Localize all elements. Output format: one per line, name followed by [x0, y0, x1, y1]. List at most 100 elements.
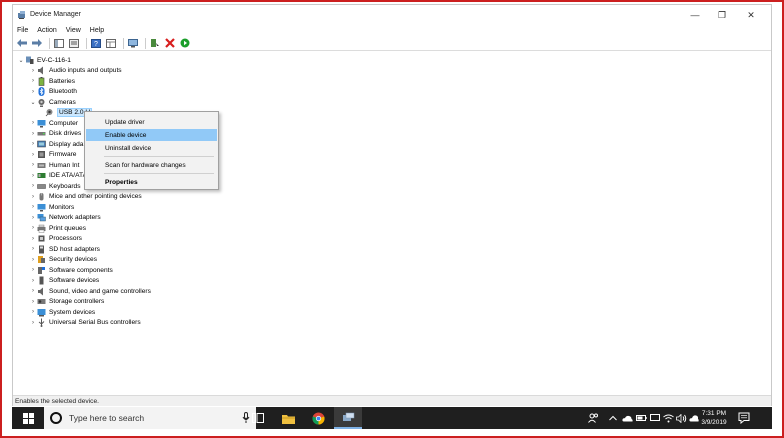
tree-node[interactable]: › Software devices	[29, 276, 99, 286]
tree-node[interactable]: › Universal Serial Bus controllers	[29, 318, 141, 328]
display-tray-icon[interactable]	[650, 407, 660, 429]
tree-node[interactable]: › Audio inputs and outputs	[29, 66, 122, 76]
processor-icon	[37, 234, 46, 243]
chevron-right-icon[interactable]: ›	[29, 87, 37, 97]
tree-node[interactable]: › IDE ATA/ATA	[29, 171, 87, 181]
tree-node[interactable]: ⌄ Cameras	[29, 97, 76, 107]
chevron-right-icon[interactable]: ›	[29, 276, 37, 286]
wifi-icon[interactable]	[663, 407, 674, 429]
show-hide-console-tree-icon[interactable]	[53, 38, 65, 49]
chevron-up-icon[interactable]	[609, 407, 617, 429]
action-center-icon[interactable]	[738, 412, 750, 424]
menu-action[interactable]: Action	[37, 27, 56, 34]
tree-node[interactable]: › Keyboards	[29, 181, 81, 191]
chevron-down-icon[interactable]: ⌄	[29, 97, 37, 107]
chevron-right-icon[interactable]: ›	[29, 223, 37, 233]
battery-tray-icon[interactable]	[636, 407, 647, 429]
context-menu-update-driver[interactable]: Update driver	[86, 116, 217, 128]
tree-node-label: Batteries	[49, 77, 76, 85]
chevron-right-icon[interactable]: ›	[29, 160, 37, 170]
start-button[interactable]	[12, 407, 44, 429]
scan-hardware-icon[interactable]	[127, 38, 139, 49]
maximize-button[interactable]: ❐	[710, 7, 734, 23]
uninstall-icon[interactable]	[164, 38, 176, 49]
tree-node[interactable]: › Print queues	[29, 223, 86, 233]
tree-root-label: EV-C-116-1	[37, 56, 71, 64]
context-menu-enable-device[interactable]: Enable device	[86, 129, 217, 141]
tree-node[interactable]: › Firmware	[29, 150, 76, 160]
toolbar-separator	[86, 37, 87, 49]
tree-node[interactable]: › Monitors	[29, 202, 74, 212]
tree-node[interactable]: › Security devices	[29, 255, 97, 265]
properties-icon[interactable]	[68, 38, 80, 49]
chevron-right-icon[interactable]: ›	[29, 202, 37, 212]
forward-arrow-icon[interactable]	[31, 38, 43, 49]
toolbar-separator	[49, 37, 50, 49]
chevron-right-icon[interactable]: ›	[29, 234, 37, 244]
tree-node[interactable]: › Display ada	[29, 139, 83, 149]
tree-root[interactable]: ⌄ EV-C-116-1	[17, 55, 71, 65]
tree-node[interactable]: › Network adapters	[29, 213, 101, 223]
chrome-icon[interactable]	[304, 407, 332, 429]
device-manager-app-icon	[18, 11, 25, 19]
back-arrow-icon[interactable]	[16, 38, 28, 49]
chevron-right-icon[interactable]: ›	[29, 118, 37, 128]
volume-icon[interactable]	[676, 407, 687, 429]
menu-view[interactable]: View	[66, 27, 81, 34]
tree-node[interactable]: › Bluetooth	[29, 87, 77, 97]
tree-node[interactable]: › Software components	[29, 265, 113, 275]
speaker-icon	[37, 66, 46, 75]
chevron-right-icon[interactable]: ›	[29, 213, 37, 223]
context-menu-scan-hardware[interactable]: Scan for hardware changes	[86, 159, 217, 171]
chevron-right-icon[interactable]: ›	[29, 76, 37, 86]
update-driver-icon[interactable]	[149, 38, 161, 49]
enable-device-icon[interactable]	[179, 38, 191, 49]
title-bar[interactable]: Device Manager — ❐ ✕	[13, 5, 771, 25]
close-button[interactable]: ✕	[739, 7, 763, 23]
chevron-right-icon[interactable]: ›	[29, 307, 37, 317]
tree-node[interactable]: › Computer	[29, 118, 78, 128]
task-view-icon[interactable]	[244, 407, 272, 429]
tree-node[interactable]: › Disk drives	[29, 129, 81, 139]
chevron-right-icon[interactable]: ›	[29, 255, 37, 265]
tree-node-label: Security devices	[49, 256, 98, 263]
file-explorer-icon[interactable]	[274, 407, 302, 429]
chevron-right-icon[interactable]: ›	[29, 129, 37, 139]
people-icon[interactable]	[588, 407, 599, 429]
usb-icon	[37, 318, 46, 327]
tree-node[interactable]: › SD host adapters	[29, 244, 100, 254]
chevron-right-icon[interactable]: ›	[29, 150, 37, 160]
chevron-right-icon[interactable]: ›	[29, 265, 37, 275]
taskbar-search-box[interactable]: Type here to search	[44, 407, 256, 429]
chevron-right-icon[interactable]: ›	[29, 171, 37, 181]
chevron-right-icon[interactable]: ›	[29, 192, 37, 202]
chevron-right-icon[interactable]: ›	[29, 286, 37, 296]
help-icon[interactable]: ?	[90, 38, 102, 49]
menu-help[interactable]: Help	[90, 27, 104, 34]
system-clock[interactable]: 7:31 PM 3/9/2019	[696, 409, 732, 427]
view-icon[interactable]	[105, 38, 117, 49]
tree-node[interactable]: › Batteries	[29, 76, 75, 86]
tree-node[interactable]: › System devices	[29, 307, 95, 317]
chevron-right-icon[interactable]: ›	[29, 244, 37, 254]
chevron-right-icon[interactable]: ›	[29, 181, 37, 191]
chevron-right-icon[interactable]: ›	[29, 139, 37, 149]
security-icon	[37, 255, 46, 264]
onedrive-icon[interactable]	[622, 407, 633, 429]
device-manager-taskbar-icon[interactable]	[334, 407, 362, 429]
tree-node[interactable]: › Mice and other pointing devices	[29, 192, 142, 202]
network-icon	[37, 213, 46, 222]
disk-icon	[37, 129, 46, 138]
chevron-down-icon[interactable]: ⌄	[17, 55, 25, 65]
context-menu-uninstall-device[interactable]: Uninstall device	[86, 142, 217, 154]
tree-node[interactable]: › Storage controllers	[29, 297, 104, 307]
menu-file[interactable]: File	[17, 27, 28, 34]
chevron-right-icon[interactable]: ›	[29, 66, 37, 76]
tree-node[interactable]: › Processors	[29, 234, 82, 244]
context-menu-properties[interactable]: Properties	[86, 176, 217, 188]
tree-node[interactable]: › Sound, video and game controllers	[29, 286, 151, 296]
chevron-right-icon[interactable]: ›	[29, 297, 37, 307]
minimize-button[interactable]: —	[683, 7, 707, 23]
chevron-right-icon[interactable]: ›	[29, 318, 37, 328]
tree-node[interactable]: › Human Int	[29, 160, 79, 170]
